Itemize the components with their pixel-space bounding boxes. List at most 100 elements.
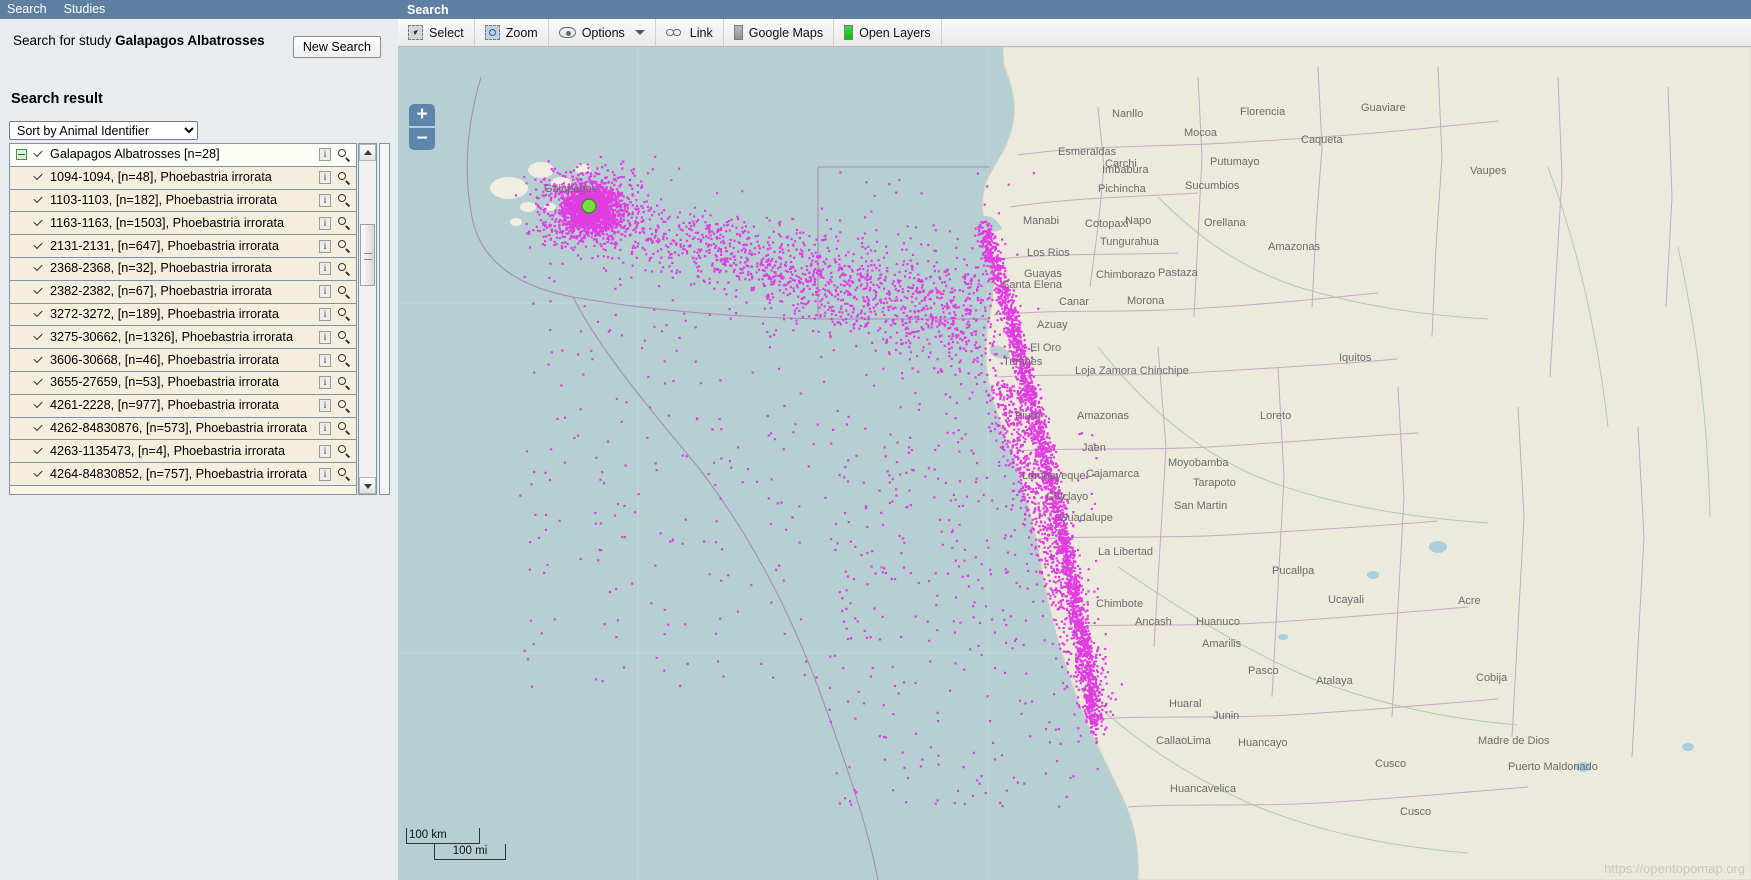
map-panel: Search Select Zoom Options Link Google M… — [398, 0, 1751, 880]
info-icon[interactable]: i — [319, 285, 331, 299]
search-icon[interactable] — [337, 376, 351, 390]
google-maps-layer-button[interactable]: Google Maps — [724, 19, 835, 46]
map-label: Iquitos — [1339, 352, 1372, 364]
zoom-in-button[interactable]: + — [409, 104, 435, 126]
checkbox-checked-icon[interactable] — [32, 354, 45, 367]
search-icon[interactable] — [337, 262, 351, 276]
info-icon[interactable]: i — [319, 376, 331, 390]
search-icon[interactable] — [337, 467, 351, 481]
map-label: Huancayo — [1238, 737, 1288, 749]
checkbox-checked-icon[interactable] — [32, 217, 45, 230]
checkbox-checked-icon[interactable] — [32, 285, 45, 298]
map-label: Amazonas — [1268, 241, 1320, 253]
search-icon[interactable] — [337, 285, 351, 299]
info-icon[interactable]: i — [319, 353, 331, 367]
search-icon[interactable] — [337, 216, 351, 230]
info-icon[interactable]: i — [319, 171, 331, 185]
scroll-down-button[interactable] — [359, 477, 376, 494]
tree-row[interactable]: 4262-84830876, [n=573], Phoebastria irro… — [10, 417, 356, 441]
info-icon[interactable]: i — [319, 262, 331, 276]
checkbox-checked-icon[interactable] — [32, 262, 45, 275]
search-icon[interactable] — [337, 193, 351, 207]
checkbox-checked-icon[interactable] — [32, 171, 45, 184]
search-icon[interactable] — [337, 399, 351, 413]
tree-outer-scroll-track[interactable] — [379, 143, 390, 495]
scroll-up-button[interactable] — [359, 144, 376, 161]
search-icon[interactable] — [337, 171, 351, 185]
zoom-tool-button[interactable]: Zoom — [475, 19, 549, 46]
checkbox-checked-icon[interactable] — [32, 445, 45, 458]
scrollbar-thumb[interactable] — [360, 224, 375, 286]
info-icon[interactable]: i — [319, 148, 331, 162]
info-icon[interactable]: i — [319, 239, 331, 253]
tree-row[interactable]: 1163-1163, [n=1503], Phoebastria irrorat… — [10, 212, 356, 236]
checkbox-checked-icon[interactable] — [32, 308, 45, 321]
map-label: Huancavelica — [1170, 783, 1237, 795]
tree-row[interactable]: 4264-84830852, [n=757], Phoebastria irro… — [10, 463, 356, 486]
info-icon[interactable]: i — [319, 307, 331, 321]
info-icon[interactable]: i — [319, 399, 331, 413]
tree-row[interactable]: 3655-27659, [n=53], Phoebastria irrorata… — [10, 371, 356, 395]
search-icon[interactable] — [337, 330, 351, 344]
search-icon[interactable] — [337, 307, 351, 321]
info-icon[interactable]: i — [319, 216, 331, 230]
map-label: Lambayeque — [1022, 470, 1086, 482]
tree-row[interactable]: 2368-2368, [n=32], Phoebastria irrorata i — [10, 257, 356, 281]
map-label: Imbabura — [1102, 164, 1149, 176]
row-tools: i — [319, 304, 351, 326]
link-button[interactable]: Link — [656, 19, 724, 46]
open-layers-layer-button[interactable]: Open Layers — [834, 19, 942, 46]
info-icon[interactable]: i — [319, 330, 331, 344]
map-graphic: Galapagos Nanllo Florencia Guaviare Mocoa Caq… — [398, 47, 1751, 880]
checkbox-checked-icon[interactable] — [32, 194, 45, 207]
info-icon[interactable]: i — [319, 193, 331, 207]
info-icon[interactable]: i — [319, 421, 331, 435]
checkbox-checked-icon[interactable] — [32, 240, 45, 253]
map-label: Pichincha — [1098, 183, 1147, 195]
tree-row[interactable]: 4263-1135473, [n=4], Phoebastria irrorat… — [10, 440, 356, 464]
search-result-tree: Galapagos Albatrosses [n=28] i 1094-1094… — [9, 143, 357, 495]
checkbox-checked-icon[interactable] — [32, 148, 45, 161]
menu-item-studies[interactable]: Studies — [64, 0, 106, 19]
select-tool-label: Select — [429, 25, 464, 40]
map-label: Mocoa — [1184, 127, 1218, 139]
tree-row[interactable]: 3275-30662, [n=1326], Phoebastria irrora… — [10, 326, 356, 350]
search-icon[interactable] — [337, 444, 351, 458]
tree-scrollbar[interactable] — [358, 143, 377, 495]
search-icon[interactable] — [337, 148, 351, 162]
tree-row[interactable]: 2131-2131, [n=647], Phoebastria irrorata… — [10, 235, 356, 258]
new-search-button[interactable]: New Search — [292, 36, 381, 58]
checkbox-checked-icon[interactable] — [32, 422, 45, 435]
search-icon[interactable] — [337, 239, 351, 253]
collapse-icon[interactable] — [16, 149, 27, 161]
map-label: Vaupes — [1470, 165, 1507, 177]
tree-row[interactable]: 1103-1103, [n=182], Phoebastria irrorata… — [10, 189, 356, 213]
tree-row[interactable]: 4261-2228, [n=977], Phoebastria irrorata… — [10, 394, 356, 418]
tree-row[interactable]: 2382-2382, [n=67], Phoebastria irrorata i — [10, 280, 356, 304]
tree-row[interactable]: 3606-30668, [n=46], Phoebastria irrorata… — [10, 349, 356, 372]
checkbox-checked-icon[interactable] — [32, 468, 45, 481]
checkbox-checked-icon[interactable] — [32, 399, 45, 412]
search-icon[interactable] — [337, 353, 351, 367]
map-label: Napo — [1125, 215, 1151, 227]
sort-by-select[interactable]: Sort by Animal Identifier — [9, 121, 198, 140]
menu-item-search[interactable]: Search — [7, 0, 47, 19]
tree-root-row[interactable]: Galapagos Albatrosses [n=28] i — [10, 144, 356, 167]
search-icon[interactable] — [337, 421, 351, 435]
row-tools: i — [319, 258, 351, 280]
tree-row[interactable]: 3272-3272, [n=189], Phoebastria irrorata… — [10, 303, 356, 327]
info-icon[interactable]: i — [319, 444, 331, 458]
checkbox-checked-icon[interactable] — [32, 376, 45, 389]
options-menu-button[interactable]: Options — [549, 19, 656, 46]
info-icon[interactable]: i — [319, 467, 331, 481]
zoom-out-button[interactable]: − — [409, 128, 435, 150]
map-canvas[interactable]: Galapagos Nanllo Florencia Guaviare Mocoa Caq… — [398, 47, 1751, 880]
select-tool-button[interactable]: Select — [398, 19, 475, 46]
tree-row-label: 2382-2382, [n=67], Phoebastria irrorata — [50, 285, 272, 299]
checkbox-checked-icon[interactable] — [32, 331, 45, 344]
tree-row[interactable]: 1094-1094, [n=48], Phoebastria irrorata i — [10, 166, 356, 190]
map-label: Huaral — [1169, 698, 1201, 710]
tree-root-label: Galapagos Albatrosses [n=28] — [50, 148, 220, 162]
row-tools: i — [319, 144, 351, 166]
left-panel: Search Studies Search for study Galapago… — [0, 0, 398, 880]
